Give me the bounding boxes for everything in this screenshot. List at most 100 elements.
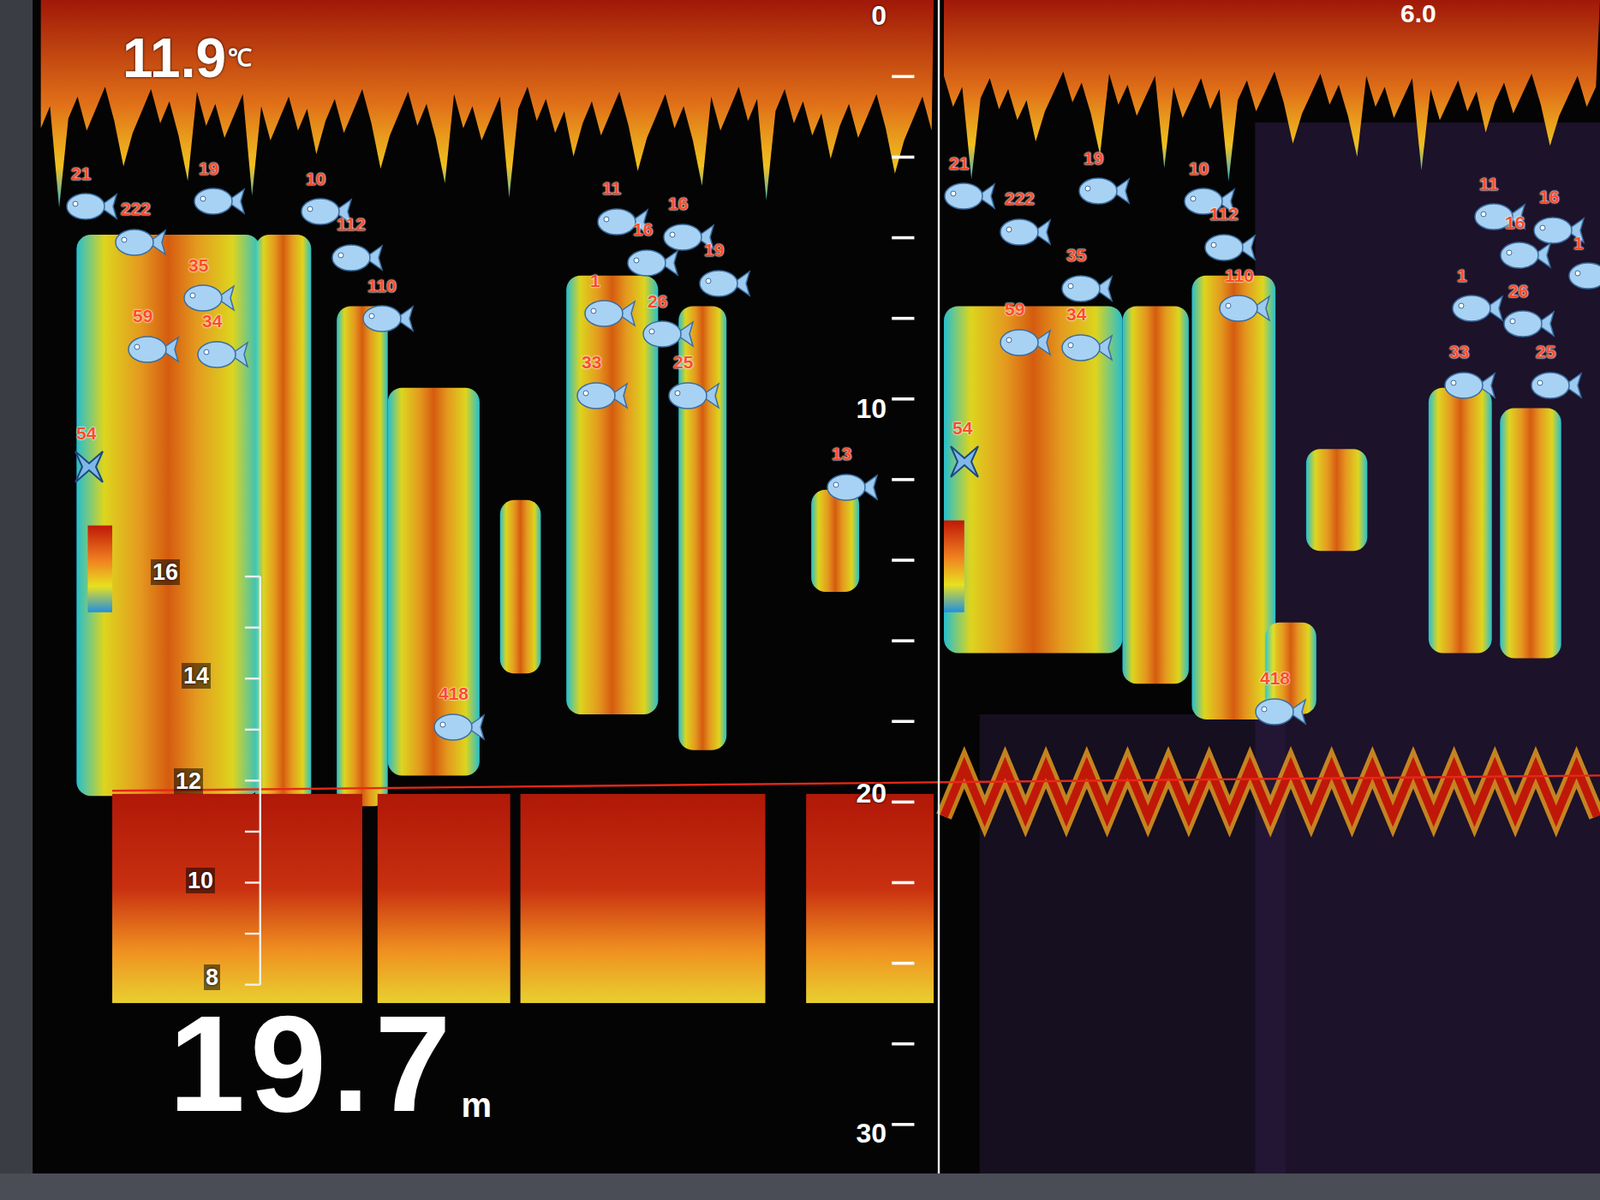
depth-tick: [891, 1122, 914, 1127]
gain-tick: [244, 677, 261, 680]
fish-icon[interactable]: [998, 323, 1052, 362]
fish-icon[interactable]: [1253, 692, 1308, 731]
gain-scale-label: 14: [181, 662, 211, 689]
target-depth-label: 110: [367, 275, 397, 297]
depth-tick: [891, 155, 914, 160]
depth-value: 19.7: [168, 995, 456, 1133]
depth-tick: [891, 316, 914, 321]
target-depth-label: 54: [952, 417, 973, 439]
gain-scale-label: 10: [185, 867, 215, 894]
target-depth-label: 35: [188, 255, 209, 276]
target-depth-label: 21: [71, 163, 91, 185]
depth-tick: [891, 236, 914, 240]
bottom-echo: [943, 767, 1597, 817]
target-depth-label: 10: [1188, 158, 1209, 180]
target-depth-label: 25: [673, 352, 693, 373]
echo-column: [1122, 305, 1189, 684]
depth-readout: 19.7m: [168, 995, 492, 1133]
bottom-echo: [943, 767, 1597, 817]
echo-column: [678, 305, 727, 750]
fish-icon[interactable]: [113, 223, 168, 262]
target-depth-label: 26: [1508, 280, 1529, 302]
target-depth-label: 54: [76, 423, 96, 444]
readout-layer: 11.9℃19.7m01020306.0161412108: [0, 0, 1600, 1200]
marker-icon[interactable]: [70, 447, 124, 486]
depth-tick: [891, 800, 914, 805]
seabed: [520, 794, 766, 1003]
fish-icon[interactable]: [583, 294, 637, 333]
marker-icon[interactable]: [945, 442, 999, 481]
target-depth-label: 16: [632, 219, 653, 240]
fish-icon[interactable]: [1529, 366, 1583, 405]
echo-column: [566, 275, 658, 715]
fish-icon[interactable]: [1077, 172, 1131, 210]
fish-icon[interactable]: [667, 376, 721, 415]
seabed: [112, 794, 363, 1003]
fish-icon[interactable]: [626, 244, 680, 282]
target-depth-label: 34: [1066, 304, 1087, 325]
depth-scale-label: 30: [835, 1117, 887, 1149]
seabed: [377, 794, 511, 1003]
fish-icon[interactable]: [575, 376, 629, 415]
target-depth-label: 35: [1066, 244, 1087, 266]
fish-icon[interactable]: [1060, 328, 1114, 367]
fish-icon[interactable]: [1443, 366, 1497, 405]
surface-clutter: [41, 0, 934, 209]
echo-column: [388, 388, 480, 777]
gain-scale-label: 8: [203, 964, 221, 991]
fish-icon[interactable]: [196, 335, 250, 374]
target-depth-label: 19: [704, 239, 724, 261]
target-depth-label: 33: [1449, 341, 1469, 363]
echo-column: [255, 234, 312, 806]
fish-icon[interactable]: [1567, 256, 1600, 295]
fish-icon[interactable]: [126, 330, 180, 369]
target-depth-label: 16: [668, 193, 688, 215]
fish-icon[interactable]: [432, 708, 486, 747]
fish-icon[interactable]: [825, 468, 879, 507]
fish-icon[interactable]: [943, 177, 997, 215]
depth-scale-label: 0: [835, 0, 887, 31]
sonar-screen: 2119102221123511059345411161619126332513…: [0, 0, 1600, 1200]
target-depth-label: 59: [1004, 298, 1025, 320]
fish-icon[interactable]: [698, 264, 752, 303]
depth-tick: [891, 1042, 914, 1046]
target-depth-label: 112: [1209, 203, 1239, 225]
fish-icon[interactable]: [1060, 269, 1114, 308]
fish-icon[interactable]: [1502, 304, 1556, 343]
target-depth-label: 112: [336, 214, 366, 235]
target-depth-label: 16: [1539, 186, 1559, 208]
echo-column: [943, 305, 1123, 653]
temperature-value: 11.9: [122, 30, 227, 86]
echo-column: [336, 305, 389, 806]
fish-icon[interactable]: [1450, 289, 1505, 328]
gain-tick: [244, 830, 261, 833]
depth-tick: [891, 881, 914, 885]
gain-tick: [244, 626, 261, 628]
fish-icon[interactable]: [1203, 228, 1257, 267]
fish-icon[interactable]: [641, 315, 695, 353]
gain-tick: [244, 983, 261, 986]
color-bar: [943, 520, 965, 613]
target-depth-label: 1: [1456, 265, 1468, 287]
target-depth-label: 21: [949, 153, 969, 174]
fish-icon[interactable]: [192, 182, 246, 221]
depth-tick: [891, 397, 914, 401]
gain-scale-label: 12: [173, 768, 203, 795]
gain-tick: [244, 932, 261, 935]
target-depth-label: 11: [1479, 173, 1499, 195]
fish-icon[interactable]: [1217, 289, 1272, 328]
target-depth-label: 1: [590, 270, 601, 292]
target-depth-label: 13: [831, 443, 852, 465]
echo-column: [1428, 388, 1493, 654]
water-temperature: 11.9℃: [122, 30, 252, 86]
target-depth-label: 25: [1535, 341, 1556, 363]
gain-tick: [244, 779, 261, 782]
echo-column: [1499, 408, 1561, 659]
fish-icon[interactable]: [998, 213, 1052, 251]
target-depth-label: 10: [305, 168, 326, 190]
range-label: 6.0: [1400, 0, 1437, 28]
fish-icon[interactable]: [361, 299, 415, 338]
fish-icon[interactable]: [65, 187, 119, 226]
fish-icon[interactable]: [1498, 236, 1553, 275]
fish-icon[interactable]: [330, 238, 384, 277]
